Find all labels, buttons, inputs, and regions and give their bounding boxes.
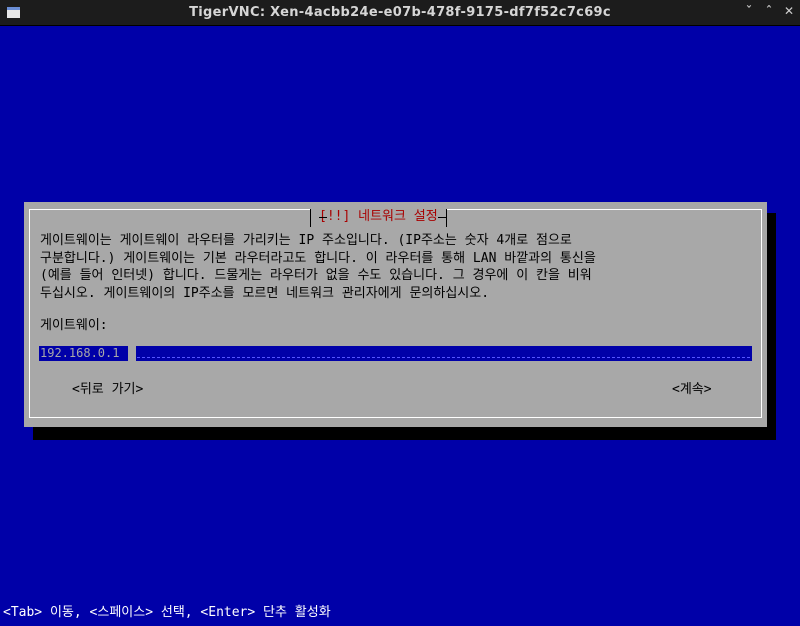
network-config-dialog: [!!] 네트워크 설정 게이트웨이는 게이트웨이 라우터를 가리키는 IP 주… [24, 202, 767, 427]
window-titlebar: TigerVNC: Xen-4acbb24e-e07b-478f-9175-df… [0, 0, 800, 26]
gateway-input-value: 192.168.0.1 [40, 346, 120, 360]
description-line: (예를 들어 인터넷) 합니다. 드물게는 라우터가 없을 수도 있습니다. 그… [40, 268, 592, 283]
gateway-input[interactable]: 192.168.0.1 [39, 346, 752, 361]
close-icon[interactable]: ✕ [782, 4, 796, 20]
dialog-title: [!!] 네트워크 설정 [310, 209, 447, 227]
description-line: 구분합니다.) 게이트웨이는 기본 라우터라고도 합니다. 이 라우터를 통해 … [40, 250, 596, 266]
description-line: 두십시오. 게이트웨이의 IP주소를 모르면 네트워크 관리자에게 문의하십시오… [40, 285, 490, 301]
dialog-description: 게이트웨이는 게이트웨이 라우터를 가리키는 IP 주소입니다. (IP주소는 … [40, 232, 760, 302]
input-fill-line [137, 357, 750, 358]
text-cursor [128, 346, 136, 361]
window-title: TigerVNC: Xen-4acbb24e-e07b-478f-9175-df… [189, 5, 611, 20]
continue-button[interactable]: <계속> [672, 378, 712, 397]
minimize-icon[interactable]: ˇ [742, 4, 756, 20]
description-line: 게이트웨이는 게이트웨이 라우터를 가리키는 IP 주소입니다. (IP주소는 … [40, 233, 572, 248]
back-button[interactable]: <뒤로 가기> [72, 378, 143, 397]
keyboard-help-footer: <Tab> 이동, <스페이스> 선택, <Enter> 단추 활성화 [3, 605, 331, 620]
maximize-icon[interactable]: ˆ [762, 4, 776, 20]
gateway-field-label: 게이트웨이: [40, 318, 108, 333]
